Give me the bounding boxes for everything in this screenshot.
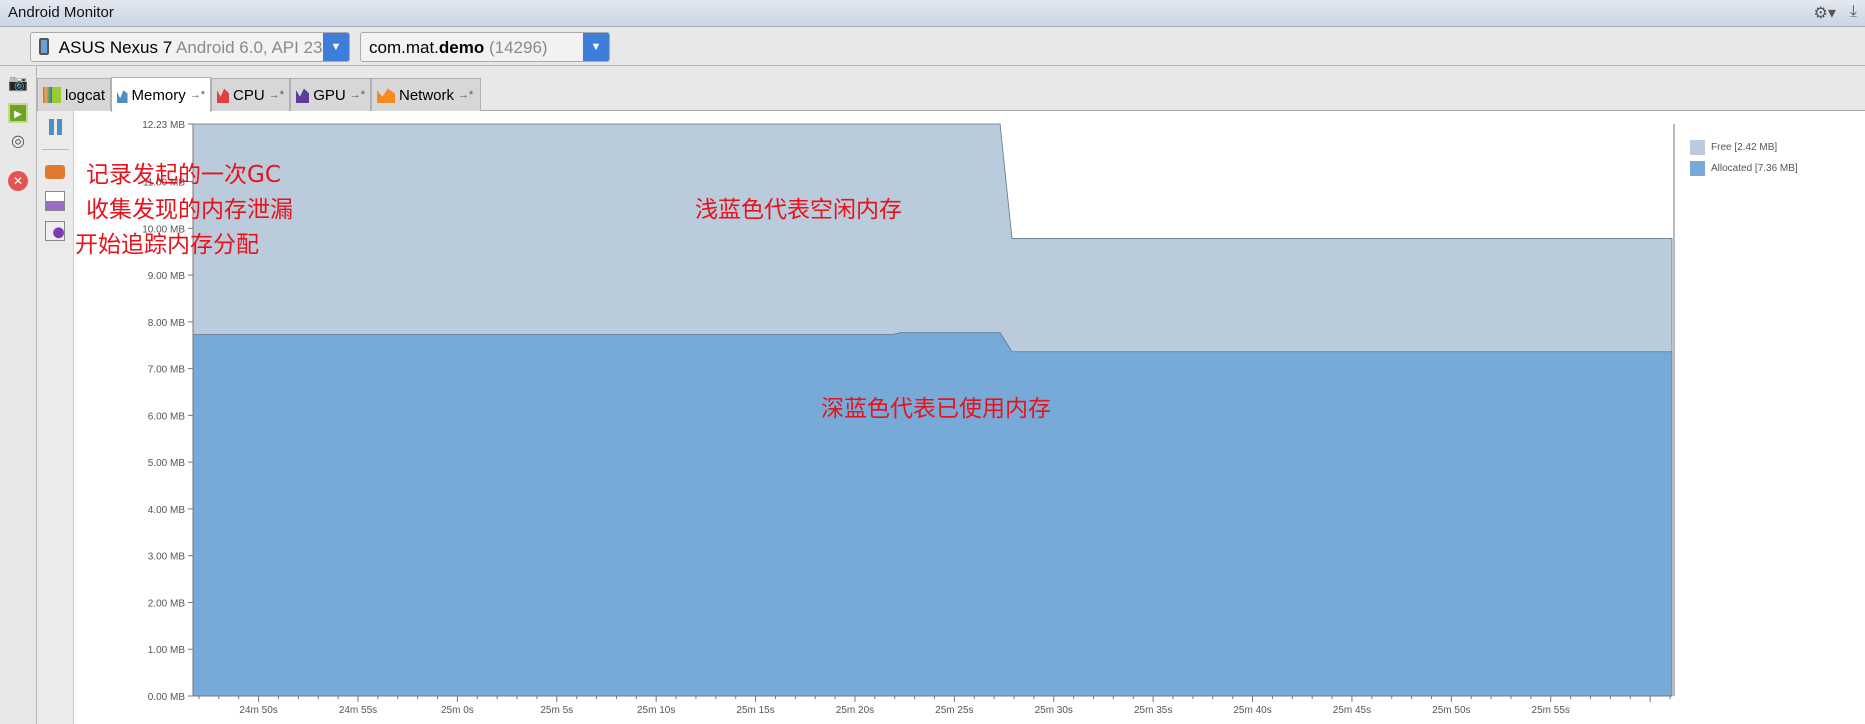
annotation-gc: 记录发起的一次GC — [86, 162, 281, 188]
legend-label: Free [2.42 MB] — [1711, 142, 1778, 153]
y-tick-label: 7.00 MB — [148, 365, 186, 376]
x-tick-label: 25m 25s — [935, 705, 973, 716]
y-tick-label: 3.00 MB — [148, 552, 186, 563]
x-tick-label: 24m 50s — [239, 705, 277, 716]
x-tick-label: 25m 50s — [1432, 705, 1470, 716]
y-tick-label: 9.00 MB — [148, 271, 186, 282]
legend-allocated: Allocated [7.36 MB] — [1690, 161, 1798, 176]
x-tick-label: 25m 35s — [1134, 705, 1172, 716]
x-tick-label: 25m 15s — [736, 705, 774, 716]
x-tick-label: 25m 30s — [1035, 705, 1073, 716]
y-tick-label: 0.00 MB — [148, 692, 186, 703]
legend-swatch — [1690, 161, 1705, 176]
y-tick-label: 8.00 MB — [148, 318, 186, 329]
x-tick-label: 25m 55s — [1532, 705, 1570, 716]
x-tick-label: 25m 5s — [540, 705, 573, 716]
x-tick-label: 25m 10s — [637, 705, 675, 716]
y-tick-label: 12.23 MB — [142, 120, 185, 131]
x-tick-label: 25m 20s — [836, 705, 874, 716]
annotation-alloc: 开始追踪内存分配 — [75, 232, 259, 258]
x-tick-label: 25m 0s — [441, 705, 474, 716]
x-tick-label: 25m 40s — [1233, 705, 1271, 716]
legend-free: Free [2.42 MB] — [1690, 140, 1777, 155]
y-tick-label: 1.00 MB — [148, 645, 186, 656]
y-tick-label: 6.00 MB — [148, 411, 186, 422]
y-tick-label: 4.00 MB — [148, 505, 186, 516]
legend-label: Allocated [7.36 MB] — [1711, 163, 1798, 174]
x-tick-label: 25m 45s — [1333, 705, 1371, 716]
annotation-leak: 收集发现的内存泄漏 — [86, 197, 293, 223]
allocated-memory-area — [192, 332, 1673, 697]
memory-chart: 0.00 MB 1.00 MB 2.00 MB 3.00 MB 4.00 MB 5.00 … — [142, 120, 1675, 716]
annotation-used: 深蓝色代表已使用内存 — [821, 396, 1051, 422]
x-tick-label: 24m 55s — [339, 705, 377, 716]
y-tick-label: 5.00 MB — [148, 458, 186, 469]
annotation-free: 浅蓝色代表空闲内存 — [695, 197, 902, 223]
legend-swatch — [1690, 140, 1705, 155]
y-tick-label: 2.00 MB — [148, 598, 186, 609]
